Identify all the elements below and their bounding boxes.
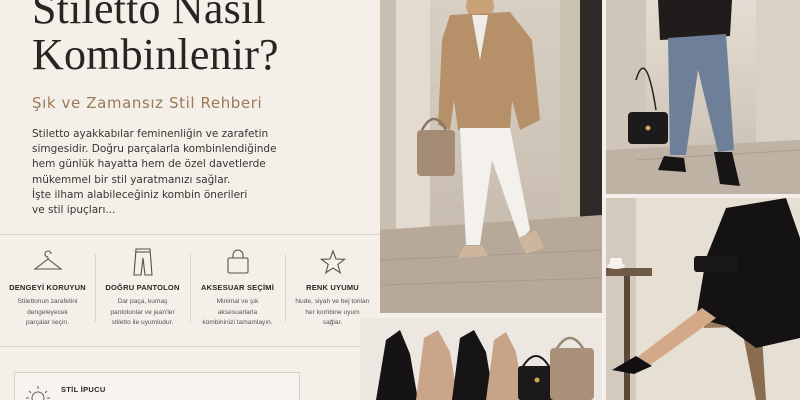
trousers-icon xyxy=(95,248,190,276)
intro-line: mükemmel bir stil yaratmanızı sağlar. xyxy=(32,173,231,186)
star-icon xyxy=(285,248,380,276)
photo-beige-blazer-outfit xyxy=(380,0,602,313)
left-panel: Stiletto Nasıl Kombinlenir? Şık ve Zaman… xyxy=(0,0,380,400)
feature-desc-line: parçalar seçin. xyxy=(26,319,69,326)
feature-desc: Dar paça, kumaş pantolonlar ve jean'ler … xyxy=(103,297,182,329)
photo-stiletto-collection xyxy=(360,318,602,400)
feature-desc-line: Nude, siyah ve bej tonları xyxy=(295,298,370,305)
handbag-icon xyxy=(190,248,285,276)
feature-desc-line: her kombine uyum xyxy=(305,308,360,316)
feature-title: DOĞRU PANTOLON xyxy=(105,283,180,292)
page-title: Stiletto Nasıl Kombinlenir? xyxy=(32,0,372,78)
feature-desc-line: pantolonlar ve jean'ler xyxy=(110,308,175,316)
feature-desc-line: Dar paça, kumaş xyxy=(117,298,168,305)
divider xyxy=(0,234,380,235)
intro-line: simgesidir. Doğru parçalarla kombinlendi… xyxy=(32,143,277,156)
feature-desc: Stilettonun zarafetini dengeleyecek parç… xyxy=(8,297,87,329)
feature-trousers: DOĞRU PANTOLON Dar paça, kumaş pantolonl… xyxy=(95,240,190,340)
style-tip-box: STİL İPUCU xyxy=(14,372,300,400)
feature-desc-line: Minimal ve şık xyxy=(216,298,259,305)
feature-desc-line: stiletto ile uyumludur. xyxy=(111,319,174,326)
style-tip-label: STİL İPUCU xyxy=(61,385,106,394)
title-line-2: Kombinlenir? xyxy=(32,30,279,79)
feature-title: RENK UYUMU xyxy=(306,283,359,292)
feature-accessory: AKSESUAR SEÇİMİ Minimal ve şık aksesuarl… xyxy=(190,240,285,340)
subtitle: Şık ve Zamansız Stil Rehberi xyxy=(32,94,263,112)
intro-paragraph: Stiletto ayakkabılar feminenliğin ve zar… xyxy=(32,127,332,218)
feature-desc: Minimal ve şık aksesuarlarla kombininizi… xyxy=(198,297,277,329)
feature-title: DENGEYİ KORUYUN xyxy=(9,283,86,292)
intro-line: İşte ilham alabileceğiniz kombin önerile… xyxy=(32,188,248,201)
intro-line: ve stil ipuçları... xyxy=(32,204,116,217)
feature-balance: DENGEYİ KORUYUN Stilettonun zarafetini d… xyxy=(0,240,95,340)
hanger-icon xyxy=(0,248,95,276)
feature-row: DENGEYİ KORUYUN Stilettonun zarafetini d… xyxy=(0,240,380,340)
feature-title: AKSESUAR SEÇİMİ xyxy=(200,283,274,292)
lightbulb-icon xyxy=(25,383,51,400)
feature-desc-line: Stilettonun zarafetini xyxy=(17,298,78,305)
intro-line: Stiletto ayakkabılar feminenliğin ve zar… xyxy=(32,128,269,140)
feature-desc-line: dengeleyecek xyxy=(27,308,68,316)
divider xyxy=(0,346,380,347)
feature-desc-line: kombininizi tamamlayın. xyxy=(202,319,273,326)
photo-black-dress-outfit xyxy=(606,198,800,400)
feature-desc-line: aksesuarlarla xyxy=(217,308,258,316)
title-line-1: Stiletto Nasıl xyxy=(32,0,266,33)
photo-jeans-outfit xyxy=(606,0,800,194)
intro-line: hem günlük hayatta hem de özel davetlerd… xyxy=(32,158,266,171)
